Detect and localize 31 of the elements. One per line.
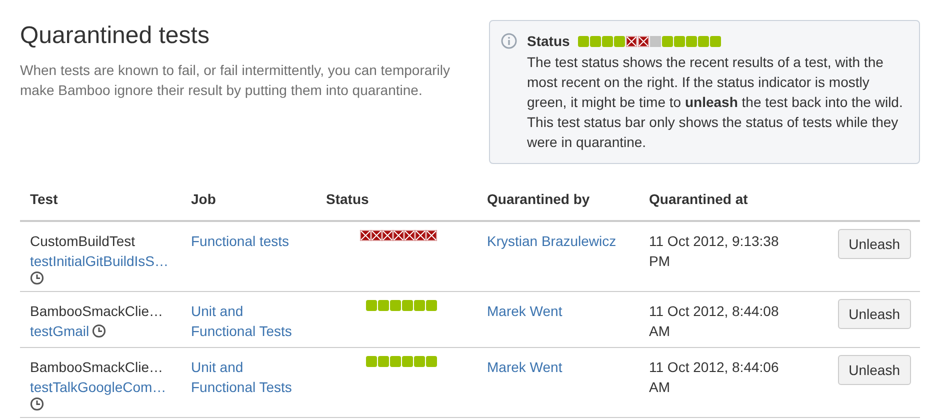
user-link[interactable]: Marek Went [487, 359, 562, 375]
timestamp: 11 Oct 2012, 8:44:06 AM [649, 358, 780, 397]
clock-icon [30, 397, 44, 411]
unleash-button[interactable]: Unleash [838, 229, 911, 259]
test-method-link[interactable]: testTalkGoogleCom… [30, 377, 166, 397]
test-class-name: CustomBuildTest [30, 232, 136, 251]
test-method-link[interactable]: testInitialGitBuildIsS… [30, 251, 168, 271]
user-link[interactable]: Marek Went [487, 303, 562, 319]
test-class-name: BambooSmackClie… [30, 358, 164, 377]
job-link[interactable]: Unit and Functional Tests [191, 301, 311, 341]
info-text: The test status shows the recent results of a test, with the most recent on the right. If the status indicator is mostly green, it might be time to unleash the test back into the wild. This test status bar only shows the status of tests while they were in quarantine. [527, 53, 904, 152]
info-heading: Status [527, 32, 570, 51]
timestamp: 11 Oct 2012, 8:44:08 AM [649, 302, 780, 341]
column-header: Status [316, 178, 477, 221]
test-class-name: BambooSmackClie… [30, 302, 164, 321]
column-header: Test [20, 178, 181, 221]
user-link[interactable]: Krystian Brazulewicz [487, 233, 616, 249]
job-link[interactable]: Functional tests [191, 231, 311, 251]
unleash-button[interactable]: Unleash [838, 355, 911, 385]
column-header: Quarantined at [639, 178, 799, 221]
unleash-button[interactable]: Unleash [838, 299, 911, 329]
column-header: Quarantined by [477, 178, 639, 221]
timestamp: 11 Oct 2012, 9:13:38 PM [649, 232, 780, 271]
column-header: Job [181, 178, 316, 221]
job-link[interactable]: Unit and Functional Tests [191, 357, 311, 397]
info-icon [501, 33, 517, 49]
page-title: Quarantined tests [20, 22, 210, 50]
page-description: When tests are known to fail, or fail intermittently, you can temporarily make Bamboo ignore their result by putting them into quarantine. [20, 61, 452, 100]
clock-icon [30, 271, 44, 285]
clock-icon [92, 324, 106, 338]
test-method-link[interactable]: testGmail [30, 321, 90, 341]
